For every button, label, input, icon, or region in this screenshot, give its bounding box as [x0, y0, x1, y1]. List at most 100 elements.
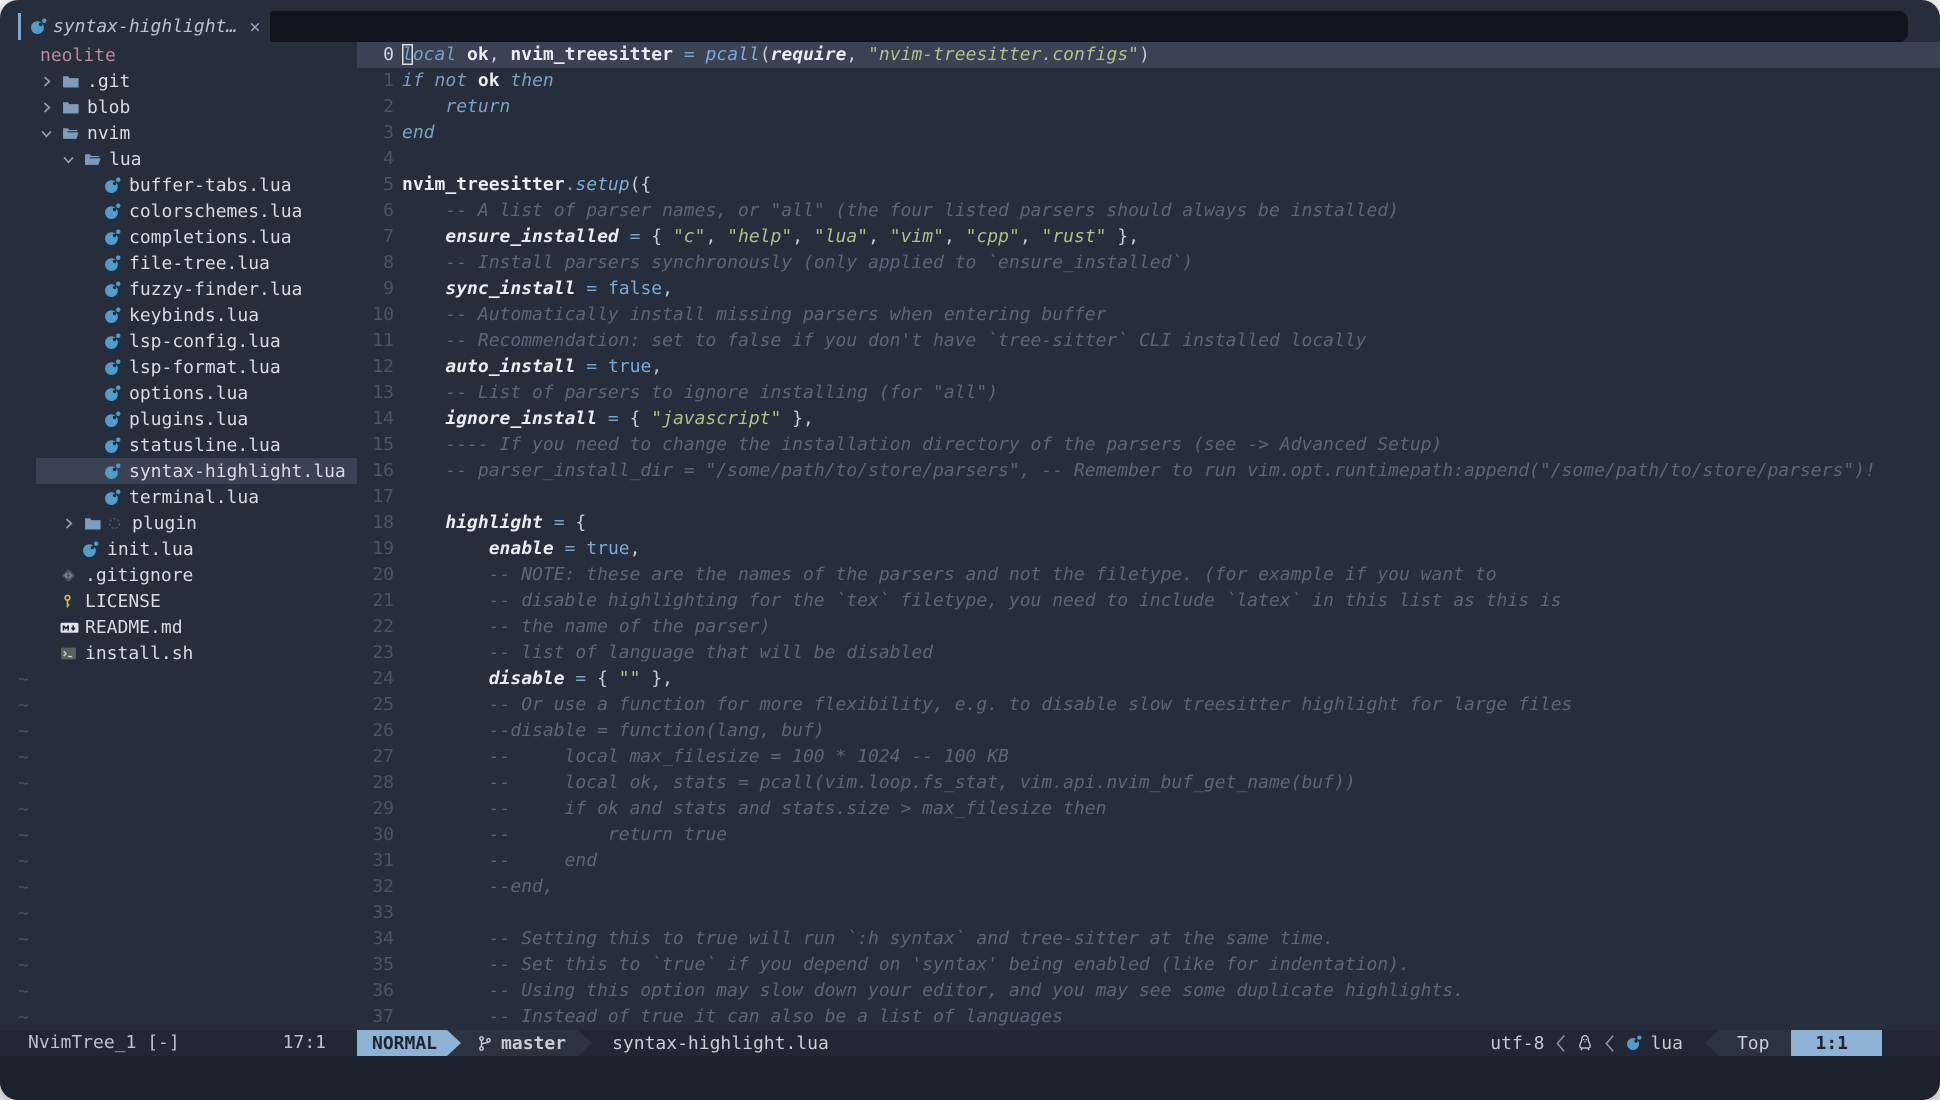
tree-item-label: options.lua: [129, 383, 248, 404]
tree-item-git[interactable]: .git: [0, 68, 357, 94]
tree-item-label: fuzzy-finder.lua: [129, 279, 302, 300]
code-line-23[interactable]: 23 -- list of language that will be disa…: [357, 640, 1940, 666]
markdown-icon: [60, 619, 83, 636]
empty-line-tilde: ~: [0, 692, 357, 718]
code-line-0[interactable]: 0local ok, nvim_treesitter = pcall(requi…: [357, 42, 1940, 68]
code-line-36[interactable]: 36 -- Using this option may slow down yo…: [357, 978, 1940, 1004]
code-line-text: local ok, nvim_treesitter = pcall(requir…: [402, 42, 1150, 68]
tabline: syntax-highlight… ×: [0, 0, 1940, 42]
tree-item-fuzzy-finder-lua[interactable]: fuzzy-finder.lua: [0, 276, 357, 302]
code-line-5[interactable]: 5nvim_treesitter.setup({: [357, 172, 1940, 198]
empty-line-tilde: ~: [0, 848, 357, 874]
line-number: 34: [357, 926, 394, 952]
line-number: 26: [357, 718, 394, 744]
line-number: 8: [357, 250, 394, 276]
code-line-22[interactable]: 22 -- the name of the parser): [357, 614, 1940, 640]
tree-item-label: install.sh: [85, 643, 193, 664]
tree-item-label: .gitignore: [85, 565, 193, 586]
code-line-25[interactable]: 25 -- Or use a function for more flexibi…: [357, 692, 1940, 718]
code-line-34[interactable]: 34 -- Setting this to true will run `:h …: [357, 926, 1940, 952]
tree-item-license[interactable]: LICENSE: [0, 588, 357, 614]
code-line-2[interactable]: 2 return: [357, 94, 1940, 120]
code-line-35[interactable]: 35 -- Set this to `true` if you depend o…: [357, 952, 1940, 978]
lua-icon: [104, 255, 127, 272]
tab-syntax-highlight[interactable]: syntax-highlight… ×: [18, 11, 261, 42]
code-line-20[interactable]: 20 -- NOTE: these are the names of the p…: [357, 562, 1940, 588]
statusline-branch-name: master: [501, 1033, 566, 1054]
empty-line-tilde: ~: [0, 952, 357, 978]
code-line-31[interactable]: 31 -- end: [357, 848, 1940, 874]
tree-item-options-lua[interactable]: options.lua: [0, 380, 357, 406]
code-line-3[interactable]: 3end: [357, 120, 1940, 146]
code-line-24[interactable]: 24 disable = { "" },: [357, 666, 1940, 692]
tree-item-plugin[interactable]: plugin: [0, 510, 357, 536]
code-line-16[interactable]: 16 -- parser_install_dir = "/some/path/t…: [357, 458, 1940, 484]
tree-item-neolite[interactable]: neolite: [0, 42, 357, 68]
code-line-37[interactable]: 37 -- Instead of true it can also be a l…: [357, 1004, 1940, 1030]
statusline-filetype: lua: [1626, 1030, 1683, 1056]
line-number: 6: [357, 198, 394, 224]
code-line-text: -- if ok and stats and stats.size > max_…: [402, 796, 1106, 822]
code-line-33[interactable]: 33: [357, 900, 1940, 926]
code-line-text: -- return true: [402, 822, 727, 848]
code-line-text: -- Instead of true it can also be a list…: [402, 1004, 1063, 1030]
code-line-text: if not ok then: [402, 68, 554, 94]
code-line-6[interactable]: 6 -- A list of parser names, or "all" (t…: [357, 198, 1940, 224]
line-number: 27: [357, 744, 394, 770]
close-icon[interactable]: ×: [249, 16, 260, 38]
tree-item-install-sh[interactable]: install.sh: [0, 640, 357, 666]
tree-item-statusline-lua[interactable]: statusline.lua: [0, 432, 357, 458]
code-line-9[interactable]: 9 sync_install = false,: [357, 276, 1940, 302]
code-line-15[interactable]: 15 ---- If you need to change the instal…: [357, 432, 1940, 458]
code-line-30[interactable]: 30 -- return true: [357, 822, 1940, 848]
code-line-29[interactable]: 29 -- if ok and stats and stats.size > m…: [357, 796, 1940, 822]
code-line-10[interactable]: 10 -- Automatically install missing pars…: [357, 302, 1940, 328]
tree-item-label: keybinds.lua: [129, 305, 259, 326]
line-number: 7: [357, 224, 394, 250]
tree-item-lsp-format-lua[interactable]: lsp-format.lua: [0, 354, 357, 380]
code-line-26[interactable]: 26 --disable = function(lang, buf): [357, 718, 1940, 744]
line-number: 11: [357, 328, 394, 354]
tree-item-buffer-tabs-lua[interactable]: buffer-tabs.lua: [0, 172, 357, 198]
tree-item-syntax-highlight-lua[interactable]: syntax-highlight.lua: [0, 458, 357, 484]
tree-item-nvim[interactable]: nvim: [0, 120, 357, 146]
code-line-1[interactable]: 1if not ok then: [357, 68, 1940, 94]
code-line-18[interactable]: 18 highlight = {: [357, 510, 1940, 536]
tree-item-lua[interactable]: lua: [0, 146, 357, 172]
tree-item-keybinds-lua[interactable]: keybinds.lua: [0, 302, 357, 328]
code-line-27[interactable]: 27 -- local max_filesize = 100 * 1024 --…: [357, 744, 1940, 770]
tree-item-colorschemes-lua[interactable]: colorschemes.lua: [0, 198, 357, 224]
tree-item-lsp-config-lua[interactable]: lsp-config.lua: [0, 328, 357, 354]
neovim-window: syntax-highlight… × neolite.gitblobnviml…: [0, 0, 1940, 1100]
code-line-21[interactable]: 21 -- disable highlighting for the `tex`…: [357, 588, 1940, 614]
line-number: 30: [357, 822, 394, 848]
code-line-11[interactable]: 11 -- Recommendation: set to false if yo…: [357, 328, 1940, 354]
line-number: 17: [357, 484, 394, 510]
tree-item-terminal-lua[interactable]: terminal.lua: [0, 484, 357, 510]
tree-item-gitignore[interactable]: .gitignore: [0, 562, 357, 588]
code-line-4[interactable]: 4: [357, 146, 1940, 172]
code-line-12[interactable]: 12 auto_install = true,: [357, 354, 1940, 380]
code-line-19[interactable]: 19 enable = true,: [357, 536, 1940, 562]
statusline-buffer-name: NvimTree_1 [-]: [28, 1030, 180, 1056]
code-line-13[interactable]: 13 -- List of parsers to ignore installi…: [357, 380, 1940, 406]
tree-item-completions-lua[interactable]: completions.lua: [0, 224, 357, 250]
code-line-17[interactable]: 17: [357, 484, 1940, 510]
key-icon: [60, 593, 83, 610]
code-line-8[interactable]: 8 -- Install parsers synchronously (only…: [357, 250, 1940, 276]
code-line-7[interactable]: 7 ensure_installed = { "c", "help", "lua…: [357, 224, 1940, 250]
tree-item-readme-md[interactable]: README.md: [0, 614, 357, 640]
tree-item-label: README.md: [85, 617, 183, 638]
empty-line-tilde: ~: [0, 926, 357, 952]
code-line-32[interactable]: 32 --end,: [357, 874, 1940, 900]
code-line-28[interactable]: 28 -- local ok, stats = pcall(vim.loop.f…: [357, 770, 1940, 796]
tree-item-init-lua[interactable]: init.lua: [0, 536, 357, 562]
tree-item-plugins-lua[interactable]: plugins.lua: [0, 406, 357, 432]
tree-item-blob[interactable]: blob: [0, 94, 357, 120]
tree-item-file-tree-lua[interactable]: file-tree.lua: [0, 250, 357, 276]
tabline-empty-strip: [270, 11, 1908, 42]
code-line-text: -- Automatically install missing parsers…: [402, 302, 1106, 328]
code-line-14[interactable]: 14 ignore_install = { "javascript" },: [357, 406, 1940, 432]
empty-line-tilde: ~: [0, 822, 357, 848]
lua-icon: [104, 411, 127, 428]
